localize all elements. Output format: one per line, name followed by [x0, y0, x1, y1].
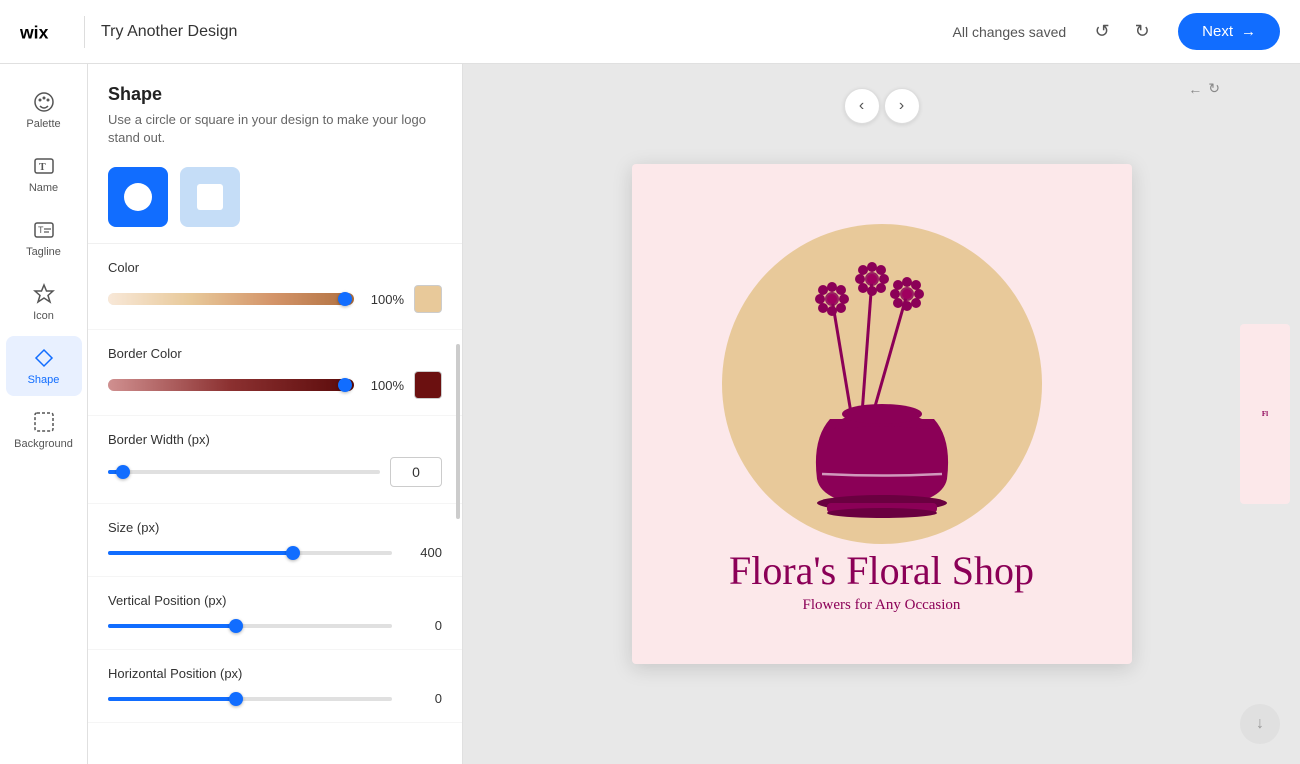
topbar: wix Try Another Design All changes saved…: [0, 0, 1300, 64]
scroll-down-icon: ↓: [1256, 715, 1264, 733]
sidebar-item-name[interactable]: T Name: [6, 144, 82, 204]
sidebar-label-icon: Icon: [33, 310, 54, 322]
color-row: 100%: [108, 285, 442, 313]
svg-text:T: T: [39, 162, 46, 173]
tagline-icon: T: [32, 218, 56, 242]
next-arrow[interactable]: ›: [884, 88, 920, 124]
sidebar-item-background[interactable]: Background: [6, 400, 82, 460]
sidebar-label-shape: Shape: [28, 374, 60, 386]
color-slider[interactable]: [108, 293, 354, 305]
border-color-slider[interactable]: [108, 379, 354, 391]
color-control: Color 100%: [88, 244, 462, 330]
border-color-swatch[interactable]: [414, 371, 442, 399]
vertical-position-label: Vertical Position (px): [108, 593, 442, 608]
shape-square-option[interactable]: [180, 167, 240, 227]
sidebar-label-name: Name: [29, 182, 58, 194]
shape-panel: Shape Use a circle or square in your des…: [88, 64, 463, 764]
size-slider[interactable]: [108, 551, 392, 555]
palette-icon: [32, 90, 56, 114]
vertical-position-value: 0: [402, 618, 442, 633]
wix-logo: wix: [20, 20, 68, 44]
color-opacity: 100%: [364, 292, 404, 307]
name-icon: T: [32, 154, 56, 178]
svg-text:T: T: [38, 225, 44, 235]
canvas-area: ‹ ›: [463, 64, 1300, 764]
side-preview: Fl: [1230, 324, 1300, 504]
size-slider-thumb[interactable]: [286, 546, 300, 560]
sidebar-label-palette: Palette: [26, 118, 60, 130]
main-layout: Palette T Name T Tagline: [0, 64, 1300, 764]
border-color-row: 100%: [108, 371, 442, 399]
redo-button[interactable]: ↻: [1126, 16, 1158, 48]
scroll-to-bottom[interactable]: ↓: [1240, 704, 1280, 744]
logo-text-area: Flora's Floral Shop Flowers for Any Occa…: [729, 549, 1034, 614]
size-row: 400: [108, 545, 442, 560]
size-label: Size (px): [108, 520, 442, 535]
topbar-left: wix Try Another Design: [20, 16, 237, 48]
color-slider-thumb[interactable]: [338, 292, 352, 306]
scroll-thumb: [456, 344, 460, 519]
nav-arrows: ‹ ›: [844, 88, 920, 124]
border-color-label: Border Color: [108, 346, 442, 361]
undo-button[interactable]: ↺: [1086, 16, 1118, 48]
panel-scrollbar[interactable]: [454, 64, 460, 764]
sidebar-item-palette[interactable]: Palette: [6, 80, 82, 140]
logo-main-text: Flora's Floral Shop: [729, 549, 1034, 593]
border-width-label: Border Width (px): [108, 432, 442, 447]
horizontal-position-thumb[interactable]: [229, 692, 243, 706]
undo-redo: ↺ ↻: [1086, 16, 1158, 48]
vertical-position-thumb[interactable]: [229, 619, 243, 633]
svg-text:wix: wix: [20, 22, 49, 42]
border-width-slider[interactable]: [108, 470, 380, 474]
color-swatch[interactable]: [414, 285, 442, 313]
vertical-position-slider[interactable]: [108, 624, 392, 628]
background-icon: [32, 410, 56, 434]
border-width-slider-thumb[interactable]: [116, 465, 130, 479]
panel-title: Shape: [108, 84, 442, 105]
icon-icon: [32, 282, 56, 306]
prev-arrow[interactable]: ‹: [844, 88, 880, 124]
sidebar-label-background: Background: [14, 438, 73, 450]
topbar-title: Try Another Design: [101, 23, 237, 41]
shape-icon: [32, 346, 56, 370]
size-control: Size (px) 400: [88, 504, 462, 577]
panel-description: Use a circle or square in your design to…: [108, 111, 442, 147]
color-label: Color: [108, 260, 442, 275]
border-width-input[interactable]: 0: [390, 457, 442, 487]
border-color-opacity: 100%: [364, 378, 404, 393]
horizontal-position-row: 0: [108, 691, 442, 706]
panel-header: Shape Use a circle or square in your des…: [88, 64, 462, 159]
shape-circle-option[interactable]: [108, 167, 168, 227]
sidebar-item-tagline[interactable]: T Tagline: [6, 208, 82, 268]
size-value: 400: [402, 545, 442, 560]
side-preview-card: Fl: [1240, 324, 1290, 504]
sidebar-item-shape[interactable]: Shape: [6, 336, 82, 396]
logo-card: Flora's Floral Shop Flowers for Any Occa…: [632, 164, 1132, 664]
vertical-position-row: 0: [108, 618, 442, 633]
horizontal-position-label: Horizontal Position (px): [108, 666, 442, 681]
vertical-position-control: Vertical Position (px) 0: [88, 577, 462, 650]
side-nav-controls: ← ↻: [1188, 80, 1220, 97]
border-color-slider-thumb[interactable]: [338, 378, 352, 392]
border-width-control: Border Width (px) 0: [88, 416, 462, 504]
horizontal-position-value: 0: [402, 691, 442, 706]
shape-options: [88, 159, 462, 244]
topbar-right: All changes saved ↺ ↻ Next →: [953, 13, 1280, 50]
horizontal-position-control: Horizontal Position (px) 0: [88, 650, 462, 723]
topbar-divider: [84, 16, 85, 48]
border-color-control: Border Color 100%: [88, 330, 462, 416]
side-nav-refresh[interactable]: ↻: [1208, 80, 1220, 97]
sidebar-label-tagline: Tagline: [26, 246, 61, 258]
icon-sidebar: Palette T Name T Tagline: [0, 64, 88, 764]
logo-sub-text: Flowers for Any Occasion: [729, 597, 1034, 614]
next-button[interactable]: Next →: [1178, 13, 1280, 50]
border-width-row: 0: [108, 457, 442, 487]
side-nav-back[interactable]: ←: [1188, 80, 1202, 97]
side-preview-text: Fl: [1262, 410, 1268, 418]
sidebar-item-icon[interactable]: Icon: [6, 272, 82, 332]
all-changes-saved: All changes saved: [953, 24, 1067, 40]
vase-svg: [752, 219, 1012, 519]
horizontal-position-slider[interactable]: [108, 697, 392, 701]
